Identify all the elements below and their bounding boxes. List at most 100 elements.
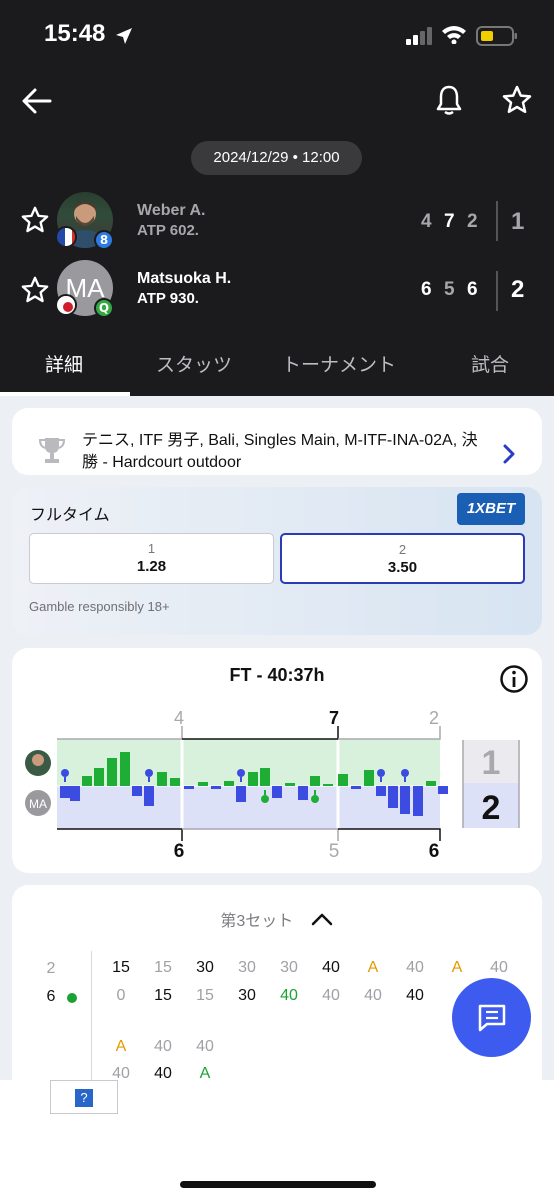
server-dot-icon bbox=[67, 993, 77, 1003]
battery-low-icon bbox=[476, 26, 517, 46]
tab-stats[interactable]: スタッツ bbox=[156, 350, 232, 377]
point-score-bottom: 0 bbox=[116, 987, 126, 1004]
momentum-bar-player1 bbox=[82, 776, 92, 786]
set1-bottom-bracket bbox=[57, 828, 183, 841]
wifi-icon bbox=[442, 26, 466, 44]
favorite-star-icon[interactable] bbox=[501, 84, 533, 116]
set2-bottom-bracket bbox=[182, 828, 339, 841]
momentum-bar-player1 bbox=[198, 782, 208, 786]
help-icon[interactable]: ? bbox=[75, 1089, 93, 1107]
set-header[interactable]: 第3セット bbox=[12, 907, 542, 931]
odd-label: 2 bbox=[398, 542, 407, 557]
player1-sets-won: 1 bbox=[511, 208, 525, 235]
point-score-top: 40 bbox=[196, 1038, 214, 1055]
chevron-up-icon[interactable] bbox=[310, 911, 334, 927]
momentum-bar-player1 bbox=[107, 758, 117, 786]
break-point-marker bbox=[237, 769, 245, 777]
player1-set3-games: 2 bbox=[467, 211, 478, 232]
player2-rank: ATP 930. bbox=[137, 290, 199, 307]
odd-option-away[interactable]: 2 3.50 bbox=[280, 533, 525, 584]
momentum-bar-player2 bbox=[351, 786, 361, 789]
odd-value: 3.50 bbox=[387, 559, 418, 576]
location-arrow-icon bbox=[116, 28, 132, 44]
help-widget[interactable]: ? bbox=[50, 1080, 118, 1114]
sets-won-bottom: 2 bbox=[482, 789, 501, 827]
momentum-bar-player2 bbox=[376, 786, 386, 796]
point-score-top: A bbox=[451, 959, 463, 976]
player2-sets-won: 2 bbox=[511, 276, 525, 303]
set3-top-bracket bbox=[338, 726, 441, 740]
player1-set1-games: 4 bbox=[421, 211, 432, 232]
momentum-bar-player1 bbox=[310, 776, 320, 786]
tournament-info: テニス, ITF 男子, Bali, Singles Main, M-ITF-I… bbox=[82, 432, 478, 471]
france-flag-icon bbox=[55, 226, 77, 248]
point-score-bottom: 40 bbox=[322, 987, 340, 1004]
tab-details[interactable]: 詳細 bbox=[45, 350, 83, 377]
momentum-bar-player1 bbox=[260, 768, 270, 786]
player2-qualifier-badge: Q bbox=[94, 298, 114, 318]
momentum-bar-player1 bbox=[157, 772, 167, 786]
tab-matches[interactable]: 試合 bbox=[471, 350, 509, 377]
break-point-marker bbox=[401, 769, 409, 777]
point-score-top: A bbox=[367, 959, 379, 976]
point-score-bottom: A bbox=[199, 1065, 211, 1082]
momentum-bar-player1 bbox=[338, 774, 348, 786]
player1-name[interactable]: Weber A. bbox=[137, 202, 205, 220]
set3-bottom-games: 6 bbox=[429, 841, 440, 862]
point-score-top: 40 bbox=[406, 959, 424, 976]
player1-rank: ATP 602. bbox=[137, 222, 199, 239]
set-header-label: 第3セット bbox=[220, 913, 294, 930]
home-indicator bbox=[180, 1181, 376, 1188]
chat-button[interactable] bbox=[452, 978, 531, 1057]
momentum-bar-player2 bbox=[438, 786, 448, 794]
set2-top-bracket bbox=[182, 726, 339, 740]
momentum-bar-player2 bbox=[211, 786, 221, 789]
pbp-divider bbox=[91, 951, 92, 1091]
momentum-chart: 4 7 2 6 5 6 MA 1 2 bbox=[25, 708, 520, 862]
momentum-bar-player1 bbox=[364, 770, 374, 786]
point-score-top: 30 bbox=[280, 959, 298, 976]
momentum-bar-player2 bbox=[400, 786, 410, 814]
odd-option-home[interactable]: 1 1.28 bbox=[29, 533, 274, 584]
player1-favorite-star-icon[interactable] bbox=[20, 205, 50, 235]
odd-label: 1 bbox=[147, 541, 156, 556]
set1-top-bracket bbox=[57, 726, 183, 740]
momentum-bar-player1 bbox=[120, 752, 130, 786]
set3-bottom-bracket bbox=[338, 828, 441, 841]
break-point-marker bbox=[377, 769, 385, 777]
odds-title: フルタイム bbox=[30, 507, 110, 524]
point-score-bottom: 40 bbox=[154, 1065, 172, 1082]
player2-favorite-star-icon[interactable] bbox=[20, 275, 50, 305]
point-score-bottom: 15 bbox=[154, 987, 172, 1004]
player1-set2-games: 7 bbox=[444, 211, 455, 232]
status-time: 15:48 bbox=[44, 20, 106, 47]
chat-icon bbox=[478, 1004, 506, 1032]
momentum-bar-player1 bbox=[426, 781, 436, 786]
bookmaker-logo[interactable]: 1XBET bbox=[457, 493, 525, 525]
trophy-icon bbox=[38, 438, 66, 463]
match-header: 15:48 2024/12/29 • 12:00 8 Weber A. ATP … bbox=[0, 0, 554, 396]
point-score-bottom: 15 bbox=[196, 987, 214, 1004]
momentum-bar-player2 bbox=[236, 786, 246, 802]
player1-mini-avatar-face bbox=[32, 754, 44, 766]
momentum-bar-player2 bbox=[388, 786, 398, 808]
momentum-bar-player2 bbox=[413, 786, 423, 816]
set1-bottom-games: 6 bbox=[174, 841, 185, 862]
momentum-bar-player1 bbox=[94, 768, 104, 786]
point-score-bottom: 40 bbox=[406, 987, 424, 1004]
back-arrow-icon[interactable] bbox=[20, 84, 54, 118]
momentum-bar-player2 bbox=[298, 786, 308, 800]
point-score-bottom: 40 bbox=[364, 987, 382, 1004]
tab-tournament[interactable]: トーナメント bbox=[282, 350, 396, 377]
player2-name[interactable]: Matsuoka H. bbox=[137, 270, 231, 288]
set2-top-games: 7 bbox=[329, 708, 339, 728]
tournament-card[interactable]: テニス, ITF 男子, Bali, Singles Main, M-ITF-I… bbox=[12, 408, 542, 475]
match-date: 2024/12/29 • 12:00 bbox=[191, 141, 362, 175]
break-point-marker bbox=[145, 769, 153, 777]
point-score-top: 30 bbox=[196, 959, 214, 976]
japan-flag-icon bbox=[55, 294, 77, 316]
chevron-right-icon bbox=[503, 444, 515, 464]
cellular-signal-icon bbox=[406, 27, 432, 45]
momentum-card: FT - 40:37h 4 7 2 6 5 6 MA 1 2 bbox=[12, 648, 542, 873]
bell-icon[interactable] bbox=[434, 84, 464, 116]
